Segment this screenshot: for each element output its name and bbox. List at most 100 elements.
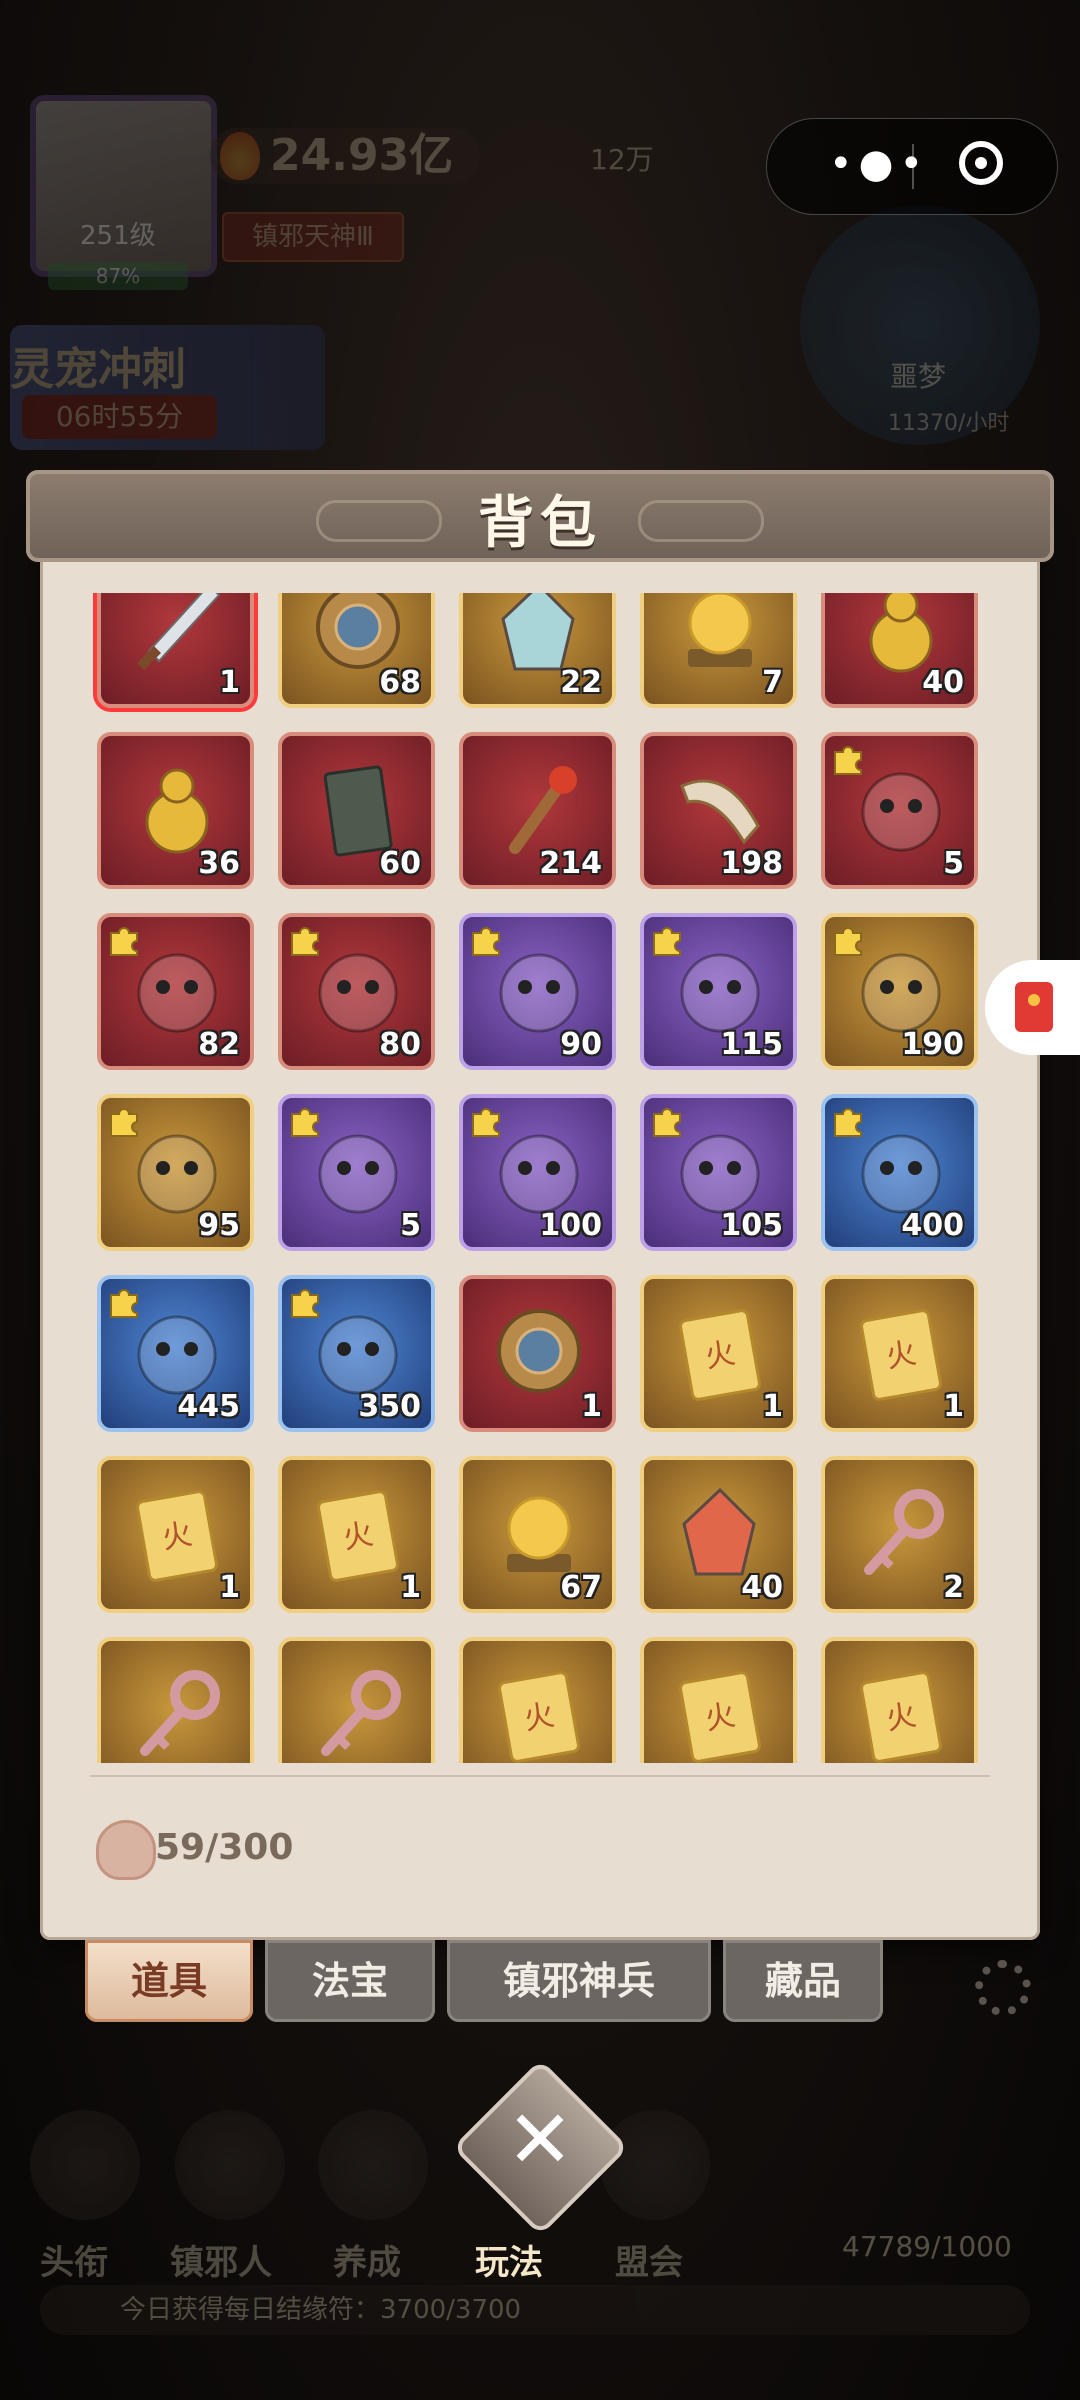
item-quantity: 1 bbox=[219, 665, 240, 700]
fire-talisman-icon: 火 bbox=[860, 1671, 942, 1763]
inventory-item[interactable]: 2 bbox=[821, 1456, 978, 1613]
item-quantity: 22 bbox=[560, 665, 602, 700]
item-quantity: 7 bbox=[762, 665, 783, 700]
divider bbox=[90, 1775, 990, 1777]
fire-talisman-icon: 火 bbox=[498, 1671, 580, 1763]
inventory-item[interactable] bbox=[97, 1637, 254, 1763]
inventory-item[interactable] bbox=[278, 1637, 435, 1763]
close-miniprogram-icon[interactable] bbox=[959, 141, 1003, 185]
item-quantity: 350 bbox=[358, 1389, 421, 1424]
fire-talisman-icon: 火 bbox=[317, 1490, 399, 1582]
item-quantity: 5 bbox=[400, 1208, 421, 1243]
tab-treasures[interactable]: 法宝 bbox=[265, 1940, 435, 2022]
puzzle-piece-icon bbox=[110, 1289, 138, 1318]
puzzle-piece-icon bbox=[472, 1108, 500, 1137]
round-mirror-icon bbox=[497, 1309, 581, 1393]
inventory-item[interactable]: 214 bbox=[459, 732, 616, 889]
item-quantity: 95 bbox=[198, 1208, 240, 1243]
item-quantity: 82 bbox=[198, 1027, 240, 1062]
fire-talisman-icon: 火 bbox=[679, 1309, 761, 1401]
inventory-item[interactable]: 95 bbox=[97, 1094, 254, 1251]
item-grid[interactable]: 1 68 22 7 40 36 60 214 198 5 82 80 90 115 190 95 5 100 105… bbox=[90, 593, 990, 1763]
fire-talisman-icon: 火 bbox=[679, 1671, 761, 1763]
item-quantity: 1 bbox=[400, 1570, 421, 1605]
item-quantity: 80 bbox=[379, 1027, 421, 1062]
item-quantity: 400 bbox=[901, 1208, 964, 1243]
item-quantity: 90 bbox=[560, 1027, 602, 1062]
key-icon bbox=[321, 1670, 401, 1756]
puzzle-piece-icon bbox=[653, 927, 681, 956]
item-quantity: 2 bbox=[943, 1570, 964, 1605]
item-quantity: 68 bbox=[379, 665, 421, 700]
capsule-divider bbox=[912, 144, 914, 189]
item-quantity: 105 bbox=[720, 1208, 783, 1243]
svg-text:火: 火 bbox=[702, 1336, 738, 1376]
inventory-item[interactable]: 火1 bbox=[97, 1456, 254, 1613]
inventory-item[interactable]: 82 bbox=[97, 913, 254, 1070]
red-envelope-icon bbox=[1015, 982, 1053, 1032]
inventory-item[interactable]: 36 bbox=[97, 732, 254, 889]
settings-gear-icon[interactable] bbox=[975, 1960, 1031, 2016]
puzzle-piece-icon bbox=[291, 927, 319, 956]
puzzle-piece-icon bbox=[834, 1108, 862, 1137]
key-icon bbox=[140, 1670, 220, 1756]
inventory-item[interactable]: 190 bbox=[821, 913, 978, 1070]
puzzle-piece-icon bbox=[110, 927, 138, 956]
nav-play[interactable]: 玩法 bbox=[475, 2235, 543, 2284]
item-quantity: 1 bbox=[219, 1570, 240, 1605]
inventory-item[interactable]: 40 bbox=[640, 1456, 797, 1613]
item-quantity: 214 bbox=[539, 846, 602, 881]
crossed-swords-icon: ✕ bbox=[506, 2093, 574, 2186]
puzzle-piece-icon bbox=[110, 1108, 138, 1137]
item-quantity: 36 bbox=[198, 846, 240, 881]
svg-text:火: 火 bbox=[883, 1336, 919, 1376]
inventory-item[interactable]: 5 bbox=[278, 1094, 435, 1251]
inventory-item[interactable]: 22 bbox=[459, 593, 616, 708]
inventory-item[interactable]: 80 bbox=[278, 913, 435, 1070]
inventory-item[interactable]: 1 bbox=[97, 593, 254, 708]
inventory-item[interactable]: 火1 bbox=[821, 1275, 978, 1432]
inventory-item[interactable]: 90 bbox=[459, 913, 616, 1070]
item-quantity: 5 bbox=[943, 846, 964, 881]
inventory-item[interactable]: 火 bbox=[640, 1637, 797, 1763]
inventory-item[interactable]: 40 bbox=[821, 593, 978, 708]
inventory-item[interactable]: 105 bbox=[640, 1094, 797, 1251]
fire-talisman-icon: 火 bbox=[136, 1490, 218, 1582]
inventory-item[interactable]: 100 bbox=[459, 1094, 616, 1251]
tab-collectibles[interactable]: 藏品 bbox=[723, 1940, 883, 2022]
item-quantity: 40 bbox=[922, 665, 964, 700]
inventory-item[interactable]: 5 bbox=[821, 732, 978, 889]
tab-divine-weapons[interactable]: 镇邪神兵 bbox=[447, 1940, 711, 2022]
inventory-item[interactable]: 60 bbox=[278, 732, 435, 889]
sword-icon bbox=[136, 593, 221, 671]
svg-text:火: 火 bbox=[521, 1698, 557, 1738]
inventory-item[interactable]: 火1 bbox=[278, 1456, 435, 1613]
inventory-item[interactable]: 115 bbox=[640, 913, 797, 1070]
inventory-item[interactable]: 350 bbox=[278, 1275, 435, 1432]
puzzle-piece-icon bbox=[834, 927, 862, 956]
inventory-item[interactable]: 445 bbox=[97, 1275, 254, 1432]
inventory-item[interactable]: 7 bbox=[640, 593, 797, 708]
item-quantity: 190 bbox=[901, 1027, 964, 1062]
inventory-item[interactable]: 火 bbox=[459, 1637, 616, 1763]
item-quantity: 115 bbox=[720, 1027, 783, 1062]
tab-items[interactable]: 道具 bbox=[85, 1940, 253, 2022]
puzzle-piece-icon bbox=[291, 1289, 319, 1318]
svg-text:火: 火 bbox=[702, 1698, 738, 1738]
inventory-item[interactable]: 68 bbox=[278, 593, 435, 708]
item-quantity: 198 bbox=[720, 846, 783, 881]
item-quantity: 1 bbox=[581, 1389, 602, 1424]
item-quantity: 1 bbox=[762, 1389, 783, 1424]
inventory-item[interactable]: 火1 bbox=[640, 1275, 797, 1432]
inventory-item[interactable]: 火 bbox=[821, 1637, 978, 1763]
pearl-stand-icon bbox=[688, 593, 752, 667]
more-menu-icon[interactable]: •●• bbox=[829, 144, 929, 184]
item-quantity: 1 bbox=[943, 1389, 964, 1424]
inventory-item[interactable]: 67 bbox=[459, 1456, 616, 1613]
item-quantity: 100 bbox=[539, 1208, 602, 1243]
inventory-item[interactable]: 1 bbox=[459, 1275, 616, 1432]
inventory-item[interactable]: 198 bbox=[640, 732, 797, 889]
svg-text:火: 火 bbox=[159, 1517, 195, 1557]
inventory-item[interactable]: 400 bbox=[821, 1094, 978, 1251]
red-envelope-button[interactable] bbox=[985, 960, 1080, 1055]
